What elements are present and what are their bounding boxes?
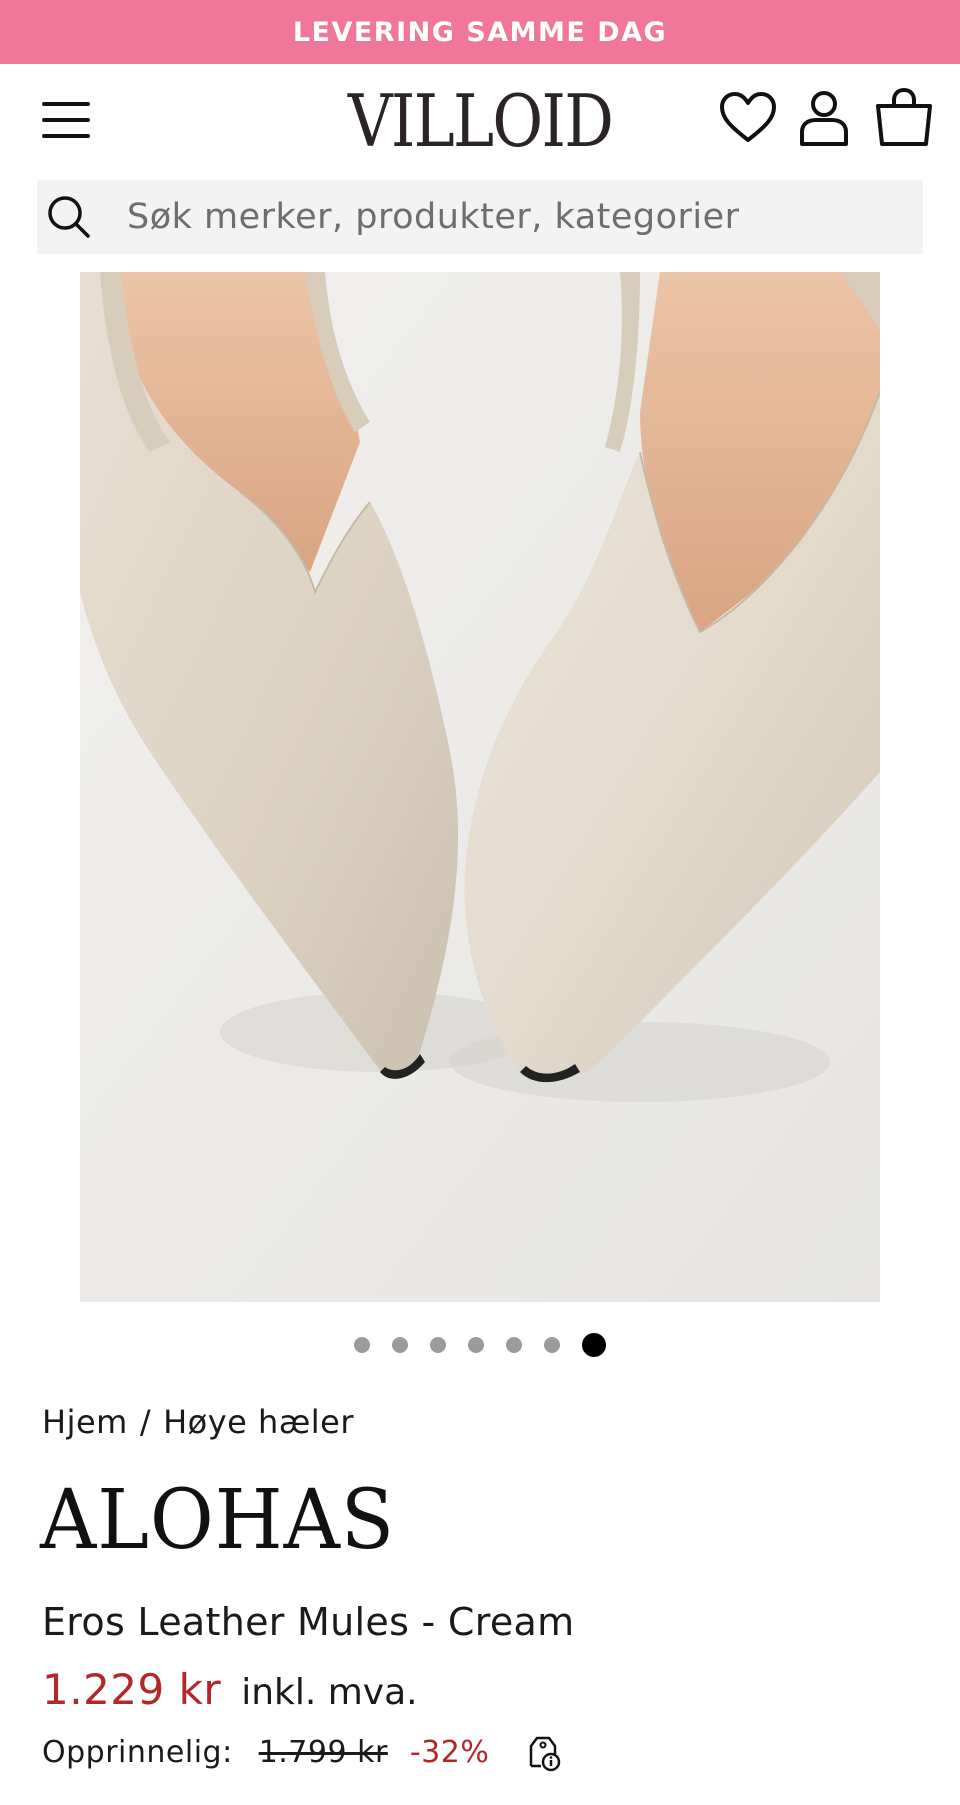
carousel-dot-7-active[interactable] (582, 1333, 606, 1357)
original-price-row: Opprinnelig: 1.799 kr -32% (42, 1732, 563, 1772)
sale-price: 1.229 kr (42, 1665, 222, 1714)
product-title: Eros Leather Mules - Cream (42, 1600, 575, 1644)
logo[interactable]: VILLOID (348, 78, 614, 164)
carousel-dot-3[interactable] (430, 1337, 446, 1353)
original-price: 1.799 kr (258, 1734, 388, 1770)
menu-button[interactable] (38, 94, 94, 150)
promo-text: LEVERING SAMME DAG (292, 16, 668, 48)
carousel-dot-6[interactable] (544, 1337, 560, 1353)
search-input[interactable] (125, 196, 909, 238)
brand-name[interactable]: ALOHAS (40, 1480, 395, 1562)
cart-button[interactable] (872, 86, 936, 150)
breadcrumb-category[interactable]: Høye hæler (163, 1403, 354, 1441)
shoes-image (80, 272, 880, 1302)
carousel-dot-2[interactable] (392, 1337, 408, 1353)
breadcrumb-home[interactable]: Hjem (42, 1403, 128, 1441)
original-price-label: Opprinnelig: (42, 1734, 233, 1770)
wishlist-button[interactable] (716, 86, 780, 150)
carousel-dot-4[interactable] (468, 1337, 484, 1353)
vat-note: inkl. mva. (241, 1672, 418, 1713)
product-image[interactable] (80, 272, 880, 1302)
account-button[interactable] (792, 86, 856, 150)
discount-badge: -32% (409, 1734, 490, 1770)
search-icon[interactable] (43, 191, 95, 243)
breadcrumb: Hjem / Høye hæler (42, 1403, 354, 1441)
menu-icon (42, 102, 90, 138)
carousel-dot-5[interactable] (506, 1337, 522, 1353)
price-info-button[interactable] (523, 1732, 563, 1772)
price-row: 1.229 kr inkl. mva. (42, 1665, 418, 1714)
carousel-dot-1[interactable] (354, 1337, 370, 1353)
heart-icon (720, 92, 776, 142)
user-icon (800, 91, 848, 146)
promo-banner: LEVERING SAMME DAG (0, 0, 960, 64)
breadcrumb-separator: / (139, 1403, 152, 1441)
price-tag-info-icon (530, 1736, 561, 1772)
shopping-bag-icon (876, 87, 932, 146)
search-bar (37, 180, 923, 254)
carousel-dots (0, 1328, 960, 1362)
header: VILLOID (0, 64, 960, 176)
